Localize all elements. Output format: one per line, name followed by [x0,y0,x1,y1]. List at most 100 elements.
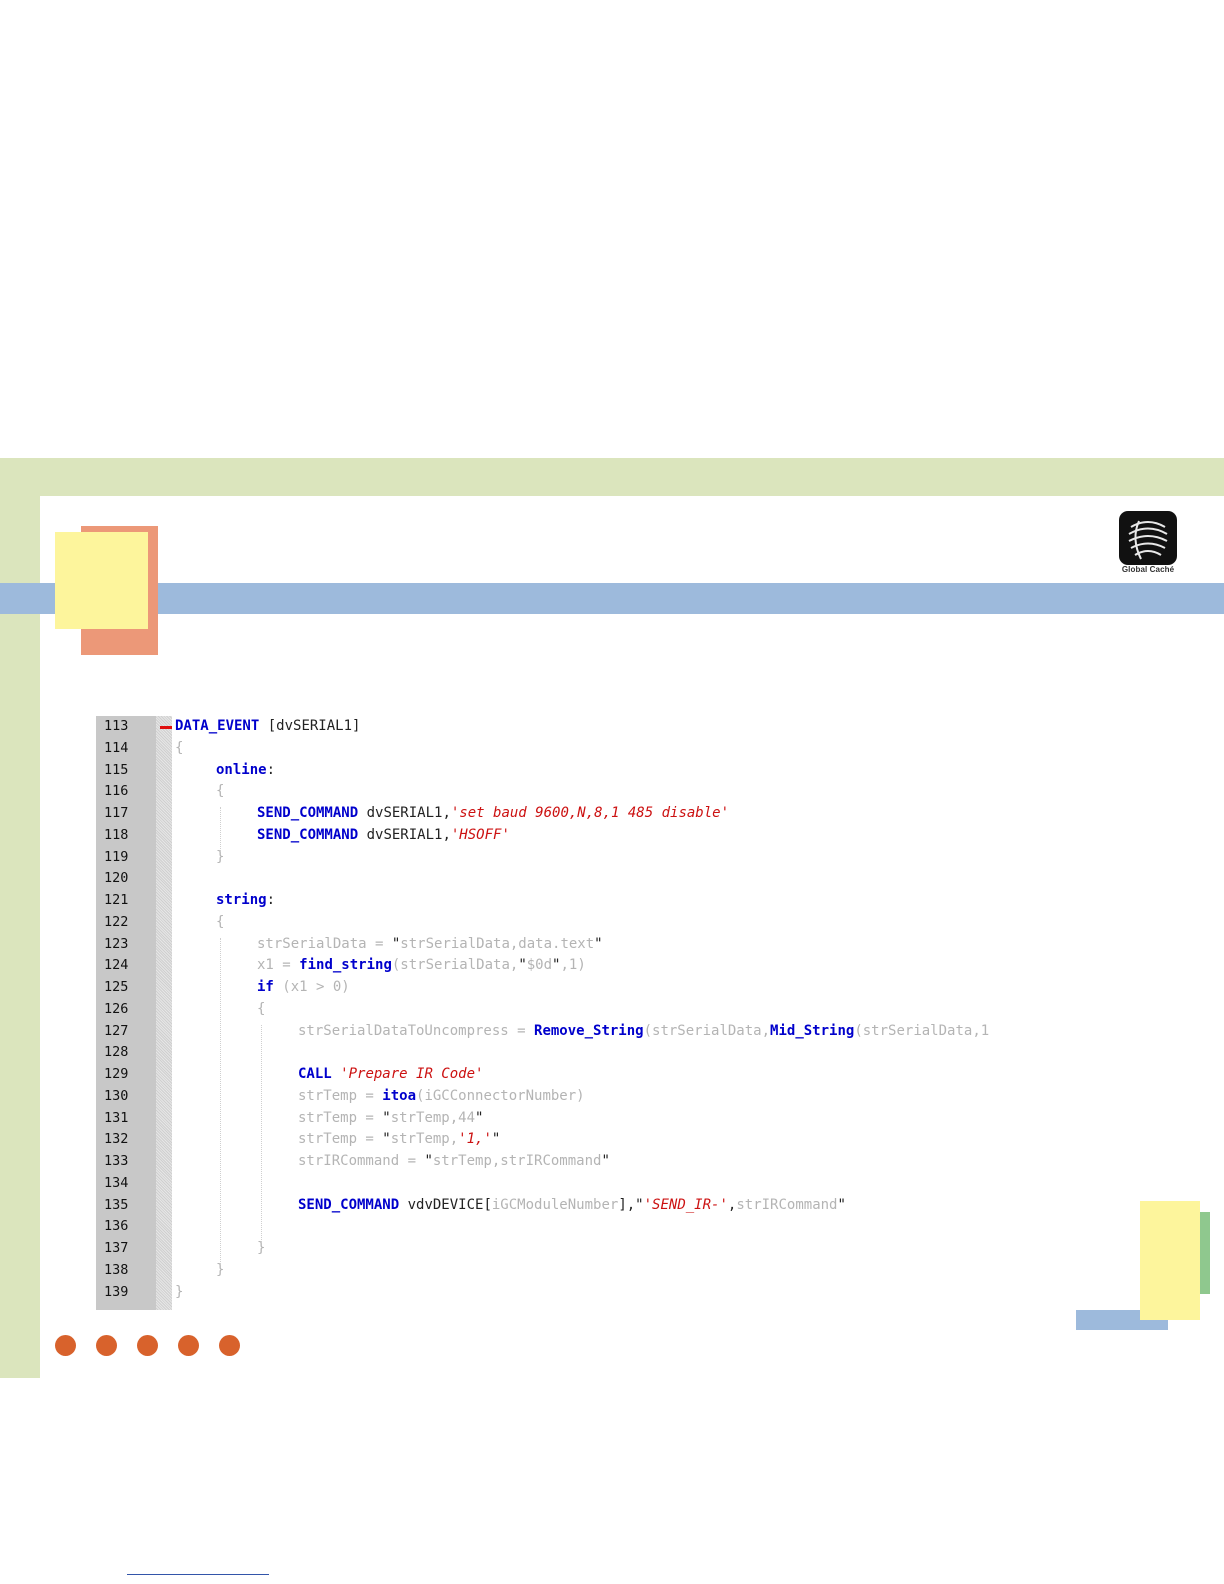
code-token: ,1) [560,957,586,974]
code-text: { [216,781,224,803]
code-line: 135 SEND_COMMAND vdvDEVICE[iGCModuleNumbe… [96,1195,1144,1217]
code-line: 118 SEND_COMMAND dvSERIAL1,'HSOFF' [96,825,1144,847]
code-token: 'Prepare IR Code' [340,1066,484,1082]
code-line: 120 [96,868,1144,890]
code-line: 128 [96,1042,1144,1064]
code-line: 133 strIRCommand = "strTemp,strIRCommand" [96,1151,1144,1173]
code-token: strTemp, [390,1131,459,1148]
code-text: SEND_COMMAND dvSERIAL1,'HSOFF' [257,825,510,847]
line-number: 121 [104,892,129,908]
code-token: SEND_COMMAND [257,805,359,821]
logo-caption: Global Caché [1121,565,1175,574]
line-number: 139 [104,1283,129,1300]
pager-dot [96,1335,117,1356]
code-token: $0d [526,957,553,974]
line-number: 128 [104,1044,129,1061]
code-token: " [491,1131,501,1148]
line-number: 116 [104,783,129,800]
code-text: strSerialData = "strSerialData,data.text… [257,934,603,956]
code-token: x1 = [257,957,300,974]
code-line: 123 strSerialData = "strSerialData,data.t… [96,934,1144,956]
line-number: 131 [104,1109,129,1126]
code-text: strTemp = itoa(iGCConnectorNumber) [298,1086,585,1108]
code-token: " [475,1109,484,1126]
code-line: 124 x1 = find_string(strSerialData,"$0d",… [96,955,1144,977]
code-token: 'set baud 9600,N,8,1 485 disable' [450,805,730,821]
code-line: 127 strSerialDataToUncompress = Remove_St… [96,1021,1144,1043]
code-token: if [257,979,274,995]
line-number: 134 [104,1174,129,1191]
code-token: { [257,1000,266,1017]
line-number: 124 [104,957,129,974]
code-token: '1,' [458,1131,492,1148]
code-line: 121 string: [96,890,1144,912]
code-token: strIRCommand = [298,1153,425,1169]
global-cache-logo-icon [1117,509,1179,569]
code-text: SEND_COMMAND vdvDEVICE[iGCModuleNumber],… [298,1195,846,1217]
code-token: strSerialData,data.text [400,935,595,952]
code-token: strSerialData = [257,935,392,952]
code-text: { [175,738,183,760]
line-number: 119 [104,848,129,865]
code-token: 'HSOFF' [450,826,510,843]
code-token: strSerialDataToUncompress = [298,1022,535,1039]
line-number: 122 [104,913,129,930]
code-token: " [382,1131,391,1148]
code-line: 122 { [96,912,1144,934]
code-token: strTemp = [298,1131,383,1148]
code-token: Remove_String [534,1022,644,1039]
code-line: 129 CALL 'Prepare IR Code' [96,1064,1144,1086]
code-token: " [424,1153,433,1169]
code-token: : [266,892,276,908]
code-line: 113 DATA_EVENT [dvSERIAL1] [96,716,1144,738]
footer-link-underline [127,1574,269,1575]
code-token: DATA_EVENT [175,718,260,734]
title-bar-stripe [0,583,1224,614]
code-line: 138} [96,1260,1144,1282]
code-text: CALL 'Prepare IR Code' [298,1064,483,1086]
code-text: { [216,912,224,934]
code-text: DATA_EVENT [dvSERIAL1] [175,716,360,738]
code-token: (strSerialData, [391,957,519,974]
line-number: 117 [104,805,129,821]
collapse-icon[interactable] [160,726,172,729]
code-token: strTemp = [298,1087,383,1104]
code-token: " [518,957,527,974]
code-text: x1 = find_string(strSerialData,"$0d",1) [257,955,586,977]
code-token: { [175,739,184,756]
code-token: " [601,1153,610,1169]
indent-guide [220,937,221,1264]
line-number: 130 [104,1087,129,1104]
code-token: } [175,1283,184,1300]
code-text: SEND_COMMAND dvSERIAL1,'set baud 9600,N,… [257,803,729,825]
code-line: 130 strTemp = itoa(iGCConnectorNumber) [96,1086,1144,1108]
code-token: vdvDEVICE[ [399,1196,492,1213]
indent-guide [220,807,221,851]
code-token: (strSerialData,1 [854,1022,990,1039]
code-token: { [216,913,225,930]
line-number: 120 [104,870,129,887]
pager-dot [178,1335,199,1356]
code-text: strIRCommand = "strTemp,strIRCommand" [298,1151,610,1173]
code-text: strTemp = "strTemp,44" [298,1108,483,1130]
code-token: } [257,1240,266,1256]
code-token: itoa [382,1087,417,1104]
code-line: 134 [96,1173,1144,1195]
code-token: strTemp = [298,1109,383,1126]
line-number: 113 [104,718,129,734]
code-token: strTemp,strIRCommand [432,1153,602,1169]
line-number: 138 [104,1261,129,1278]
pager-dot [137,1335,158,1356]
code-token: ]," [618,1196,644,1213]
code-token: 'SEND_IR-' [643,1196,728,1213]
pager-dot [55,1335,76,1356]
code-token: } [216,1261,225,1278]
code-token: strIRCommand [736,1196,838,1213]
code-text: if (x1 > 0) [257,977,350,999]
code-line: 119} [96,847,1144,869]
code-lines: 113 DATA_EVENT [dvSERIAL1] 114{115 online: 1… [96,716,1144,1303]
line-number: 126 [104,1000,129,1017]
code-text: online: [216,760,275,782]
code-token: dvSERIAL1, [358,826,451,843]
code-line: 137} [96,1238,1144,1260]
